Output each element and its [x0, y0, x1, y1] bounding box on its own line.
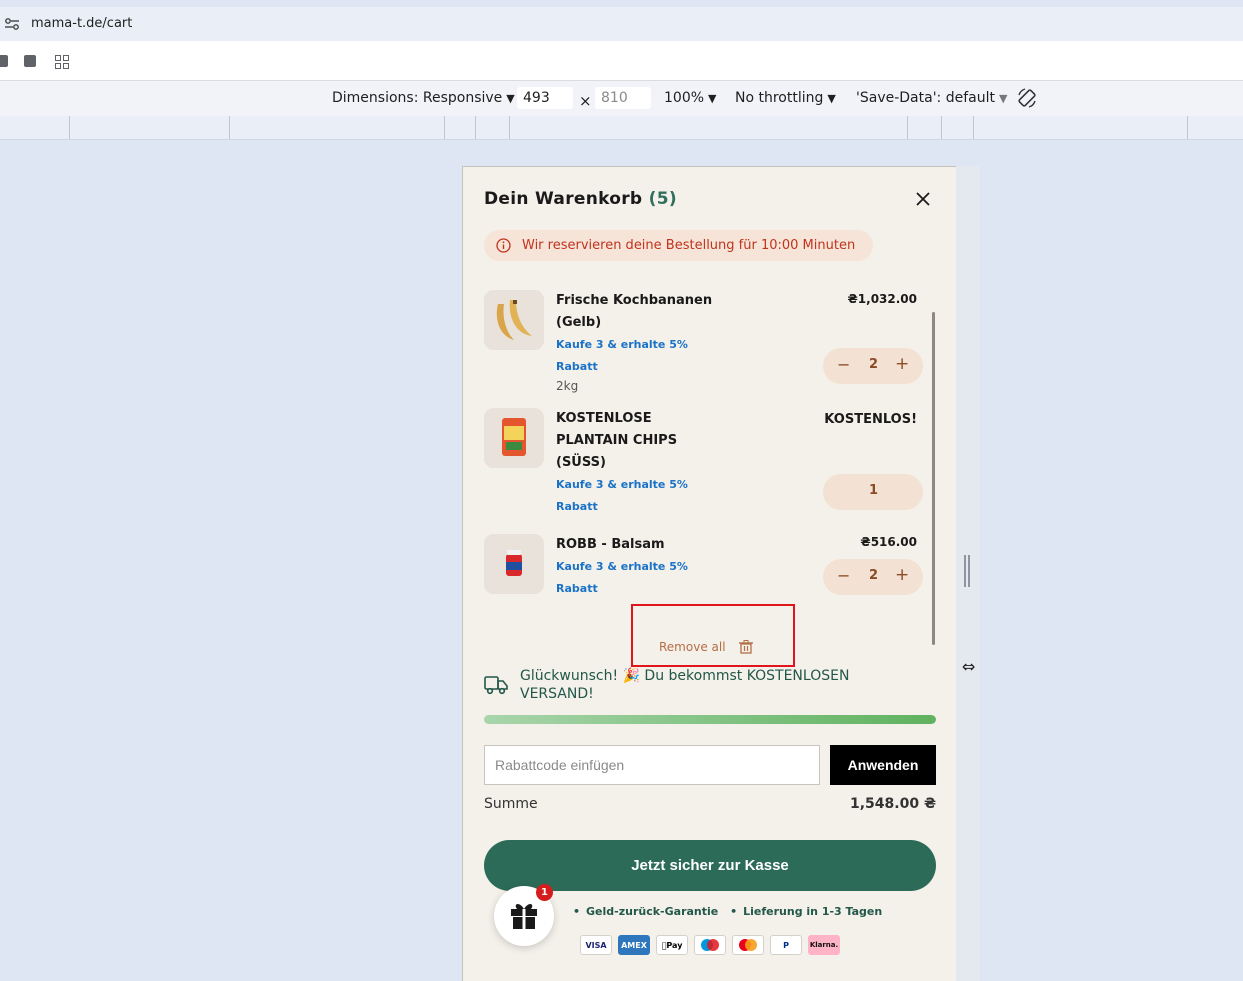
quantity-stepper: − 2 + [823, 559, 923, 595]
item-promo: Kaufe 3 & erhalte 5% [556, 560, 688, 573]
item-promo-line2: Rabatt [556, 582, 598, 595]
cart-count: (5) [648, 189, 677, 209]
item-promo: Kaufe 3 & erhalte 5% [556, 478, 688, 491]
quantity-value: 1 [869, 483, 879, 498]
payment-methods: VISA AMEX Pay P Klarna. [580, 935, 840, 955]
throttling-dropdown[interactable]: No throttling ▼ [735, 90, 836, 106]
gift-icon [511, 904, 537, 929]
site-settings-icon[interactable] [4, 17, 20, 31]
decrease-qty-button[interactable]: − [837, 566, 850, 585]
save-data-dropdown[interactable]: 'Save-Data': default ▼ [856, 90, 1007, 106]
gift-badge: 1 [536, 884, 553, 901]
checkout-button[interactable]: Jetzt sicher zur Kasse [484, 840, 936, 891]
apple-pay-label: Pay [663, 940, 682, 950]
reservation-notice: Wir reservieren deine Bestellung für 10:… [484, 230, 873, 261]
amex-icon: AMEX [618, 935, 650, 955]
item-name-line3[interactable]: (SÜSS) [556, 452, 606, 474]
cart-title: Dein Warenkorb (5) [484, 189, 677, 209]
sum-label: Summe [484, 796, 538, 812]
resize-cursor-icon: ⇔ [962, 657, 976, 676]
rotate-icon[interactable] [1016, 87, 1038, 109]
inspect-square-icon[interactable] [0, 55, 8, 67]
item-promo-line2: Rabatt [556, 360, 598, 373]
media-query-ruler [0, 116, 1243, 140]
close-icon[interactable] [913, 189, 933, 209]
quantity-stepper: − 2 + [823, 348, 923, 384]
guarantee-money-back: Geld-zurück-Garantie [586, 905, 719, 918]
increase-qty-button[interactable]: + [895, 565, 909, 585]
info-icon [496, 238, 511, 253]
device-square-icon[interactable] [24, 55, 36, 67]
apple-pay-icon: Pay [656, 935, 688, 955]
bullet-1: • [573, 905, 581, 918]
coupon-input[interactable] [484, 745, 820, 785]
maestro-icon [694, 935, 726, 955]
paypal-icon: P [770, 935, 802, 955]
chevron-down-icon: ▼ [998, 92, 1008, 105]
shipping-message: Glückwunsch! 🎉 Du bekommst KOSTENLOSEN V… [520, 668, 850, 702]
devtools-toolbar [0, 41, 1243, 81]
item-name-line2[interactable]: (Gelb) [556, 312, 601, 334]
visa-icon: VISA [580, 935, 612, 955]
item-promo: Kaufe 3 & erhalte 5% [556, 338, 688, 351]
throttling-label: No throttling [735, 90, 824, 106]
mastercard-icon [732, 935, 764, 955]
guarantees: • Geld-zurück-Garantie • Lieferung in 1-3 … [573, 905, 882, 918]
truck-icon [484, 676, 508, 695]
shipping-progress-bar [484, 715, 936, 724]
quantity-display: 1 [823, 474, 923, 510]
chevron-down-icon: ▼ [708, 92, 717, 105]
increase-qty-button[interactable]: + [895, 354, 909, 374]
window-top-strip [0, 0, 1243, 7]
item-name[interactable]: KOSTENLOSE [556, 408, 652, 430]
dimensions-dropdown[interactable]: Dimensions: Responsive ▼ [332, 90, 515, 106]
chevron-down-icon: ▼ [827, 92, 836, 105]
item-variant: 2kg [556, 379, 579, 393]
bullet-2: • [730, 905, 738, 918]
item-name-line2[interactable]: PLANTAIN CHIPS [556, 430, 677, 452]
item-price: ₴516.00 [860, 535, 917, 549]
chevron-down-icon: ▼ [506, 92, 515, 105]
cart-scrollbar[interactable] [932, 312, 935, 645]
apply-coupon-button[interactable]: Anwenden [830, 745, 936, 785]
quantity-value[interactable]: 2 [869, 568, 878, 583]
annotation-highlight-box [631, 604, 795, 667]
product-image-plantains[interactable] [484, 290, 544, 350]
shipping-progress-fill [484, 715, 936, 724]
grid-icon[interactable] [55, 55, 69, 69]
address-bar[interactable]: mama-t.de/cart [0, 7, 1243, 41]
sum-value: 1,548.00 ₴ [850, 796, 936, 812]
item-name[interactable]: Frische Kochbananen [556, 290, 712, 312]
height-input[interactable]: 810 [595, 87, 651, 109]
reservation-text: Wir reservieren deine Bestellung für 10:… [522, 238, 856, 253]
viewport-resize-handle[interactable] [964, 555, 970, 587]
product-image-robb-balsam[interactable] [484, 534, 544, 594]
item-price: ₴1,032.00 [847, 292, 917, 306]
guarantee-delivery: Lieferung in 1-3 Tagen [743, 905, 883, 918]
zoom-label: 100% [664, 90, 705, 106]
cart-drawer: Dein Warenkorb (5) Wir reservieren deine… [462, 166, 956, 981]
url-text[interactable]: mama-t.de/cart [31, 16, 132, 31]
save-data-label: 'Save-Data': default [856, 90, 995, 106]
item-price-free: KOSTENLOS! [824, 412, 917, 427]
dimensions-label: Dimensions: Responsive [332, 90, 503, 106]
zoom-dropdown[interactable]: 100% ▼ [664, 90, 717, 106]
klarna-icon: Klarna. [808, 935, 840, 955]
product-image-plantain-chips[interactable] [484, 408, 544, 468]
item-promo-line2: Rabatt [556, 500, 598, 513]
decrease-qty-button[interactable]: − [837, 355, 850, 374]
device-mode-bar: Dimensions: Responsive ▼ 493 × 810 100% ▼ … [0, 81, 1243, 116]
width-input[interactable]: 493 [517, 87, 573, 109]
item-name[interactable]: ROBB - Balsam [556, 534, 665, 556]
times-sign: × [579, 92, 592, 110]
cart-title-text: Dein Warenkorb [484, 189, 643, 209]
quantity-value[interactable]: 2 [869, 357, 878, 372]
